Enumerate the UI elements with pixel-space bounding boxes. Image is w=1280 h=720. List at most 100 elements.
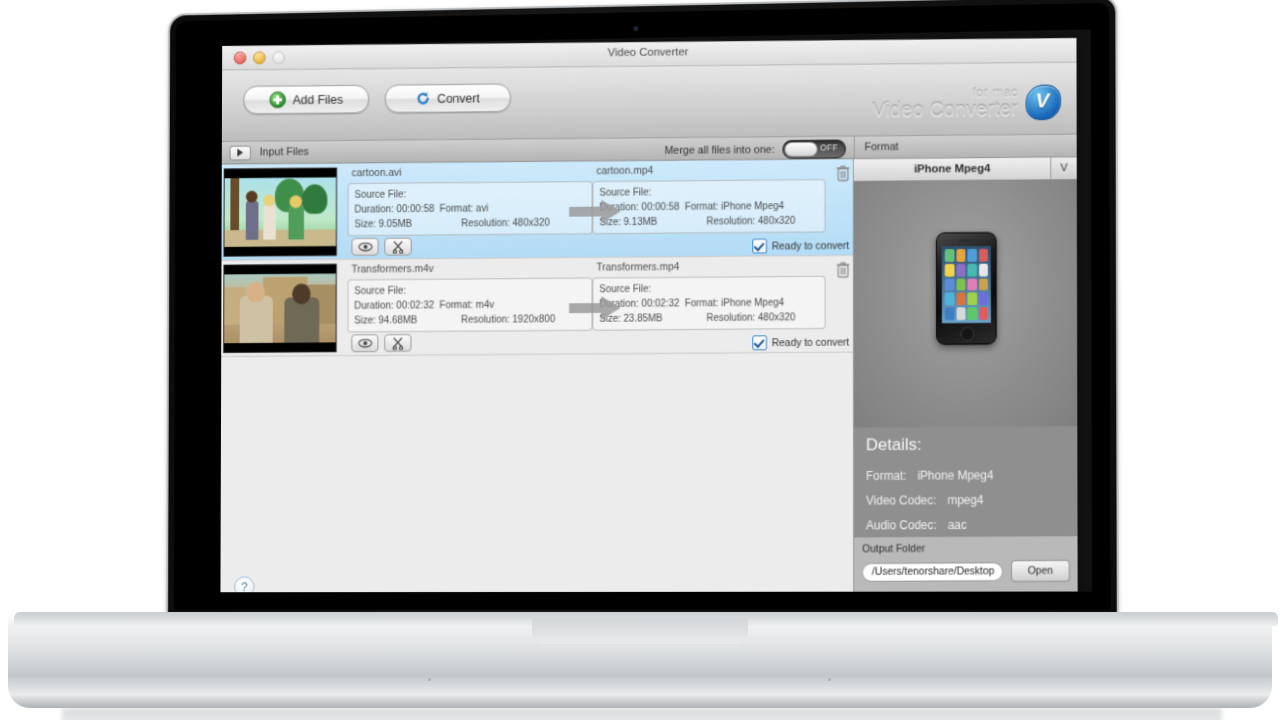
laptop-lid: Video Converter Add Files Convert for ma… [168,0,1117,616]
trash-icon[interactable] [835,164,851,182]
chevron-down-icon[interactable]: V [1050,157,1076,179]
device-preview [854,180,1077,429]
output-folder-path: /Users/tenorshare/Desktop [872,565,994,578]
source-duration-value: 00:02:32 [396,300,434,311]
input-files-label: Input Files [260,146,309,158]
output-size-value: 23.85MB [624,313,663,324]
source-file-name: cartoon.avi [348,165,591,181]
help-button[interactable]: ? [234,576,254,592]
detail-video-codec-value: mpeg4 [947,493,983,507]
output-format-value: iPhone Mpeg4 [721,298,784,309]
add-files-button[interactable]: Add Files [243,85,369,115]
format-selected-value: iPhone Mpeg4 [854,162,1050,175]
output-folder-section: Output Folder /Users/tenorshare/Desktop … [854,535,1077,592]
detail-audio-codec: Audio Codec: aac [866,517,1066,532]
output-details-panel: Source File: Duration: 00:02:32 Format: … [592,276,825,331]
open-folder-button[interactable]: Open [1011,560,1070,582]
empty-drop-area[interactable] [220,353,853,593]
merge-control: Merge all files into one: OFF [664,140,846,160]
convert-label: Convert [437,91,480,105]
output-format-value: iPhone Mpeg4 [721,201,784,212]
conversion-arrow-icon [569,199,622,225]
laptop-base-body [8,612,1272,708]
output-resolution-label: Resolution: [706,313,755,324]
source-duration-label: Duration: [354,301,393,312]
format-select[interactable]: iPhone Mpeg4 V [854,157,1077,182]
help-label: ? [241,580,248,592]
ready-to-convert-control[interactable]: Ready to convert [752,335,849,351]
convert-button[interactable]: Convert [385,84,511,114]
ready-checkbox[interactable] [752,239,767,254]
logo-for-mac: for mac [873,86,1018,100]
output-duration-value: 00:00:58 [642,202,680,213]
format-panel: iPhone Mpeg4 V Details: Format: iPhone M… [853,157,1078,592]
source-size-value: 94.68MB [378,315,417,326]
output-folder-path-field[interactable]: /Users/tenorshare/Desktop [862,562,1003,582]
laptop-bezel: Video Converter Add Files Convert for ma… [174,3,1111,610]
source-size-label: Size: [354,219,376,230]
conversion-arrow-icon [569,295,622,321]
ready-checkbox[interactable] [752,335,767,350]
scissors-icon[interactable] [384,238,411,256]
table-row[interactable]: cartoon.avi cartoon.mp4 Source File: Dur… [222,159,854,261]
source-details-panel: Source File: Duration: 00:00:58 Format: … [348,181,593,236]
source-resolution-value: 480x320 [513,218,550,229]
video-thumbnail [223,264,337,353]
detail-audio-codec-label: Audio Codec: [866,518,937,532]
source-details-panel: Source File: Duration: 00:02:32 Format: … [347,278,592,333]
eye-icon[interactable] [351,334,378,352]
source-file-name: Transformers.m4v [347,262,590,278]
add-files-label: Add Files [293,92,344,106]
detail-video-codec: Video Codec: mpeg4 [866,493,1066,508]
table-row[interactable]: Transformers.m4v Transformers.mp4 Source… [221,256,853,357]
output-file-name: cartoon.mp4 [591,165,654,179]
open-folder-label: Open [1028,565,1053,577]
output-resolution-value: 480x320 [758,312,795,323]
play-icon[interactable] [230,145,251,160]
logo-product-name: Video Converter [873,99,1018,122]
details-heading: Details: [866,434,1066,455]
output-folder-label: Output Folder [862,542,1070,555]
ready-to-convert-control[interactable]: Ready to convert [752,238,849,254]
output-size-value: 9.13MB [624,217,658,228]
merge-toggle[interactable]: OFF [783,140,846,159]
detail-format-label: Format: [866,469,906,483]
plus-circle-icon [269,91,286,108]
row-actions [351,238,411,256]
app-logo: for mac Video Converter V [846,77,1063,124]
trash-icon[interactable] [836,261,852,279]
output-resolution-label: Resolution: [706,216,755,227]
output-duration-value: 00:02:32 [641,299,679,310]
laptop-reflection [62,708,1222,720]
source-duration-label: Duration: [354,204,393,215]
merge-label: Merge all files into one: [664,144,774,157]
ready-label: Ready to convert [772,240,850,252]
toggle-knob [784,142,817,157]
logo-badge-icon: V [1022,81,1063,123]
main-body: cartoon.avi cartoon.mp4 Source File: Dur… [220,157,1077,592]
eye-icon[interactable] [351,238,378,256]
source-format-label: Format: [440,300,474,311]
file-list: cartoon.avi cartoon.mp4 Source File: Dur… [220,159,853,592]
laptop-base [2,612,1278,720]
logo-badge-letter: V [1022,81,1063,123]
laptop-screen: Video Converter Add Files Convert for ma… [220,29,1092,592]
laptop-base-notch [532,618,748,644]
source-duration-value: 00:00:58 [396,204,434,215]
output-resolution-value: 480x320 [758,216,795,227]
detail-video-codec-label: Video Codec: [866,493,936,507]
detail-format: Format: iPhone Mpeg4 [866,468,1066,483]
window-title: Video Converter [222,43,1076,63]
screenshot-root: Video Converter Add Files Convert for ma… [0,0,1280,720]
scissors-icon[interactable] [384,334,411,352]
video-thumbnail [223,167,337,256]
row-actions [351,334,411,352]
output-heading: Source File: [599,281,819,297]
source-resolution-label: Resolution: [461,218,510,229]
refresh-icon [416,91,431,106]
source-size-label: Size: [354,316,376,327]
ready-label: Ready to convert [772,336,850,348]
source-format-value: avi [476,204,488,215]
source-size-value: 9.05MB [379,219,412,230]
source-resolution-value: 1920x800 [512,314,555,325]
